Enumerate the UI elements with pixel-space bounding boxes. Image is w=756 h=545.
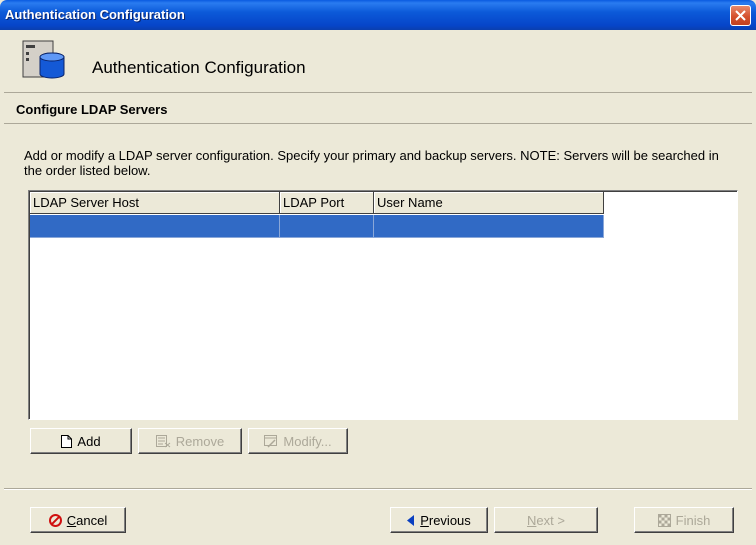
column-header-host[interactable]: LDAP Server Host [30, 192, 280, 214]
close-icon [735, 10, 746, 21]
window-title: Authentication Configuration [5, 7, 185, 22]
next-button[interactable]: Next > [494, 507, 598, 533]
server-database-icon [22, 40, 65, 79]
wizard-header: Authentication Configuration [4, 30, 752, 93]
edit-window-icon [264, 434, 278, 448]
header-title: Authentication Configuration [92, 58, 306, 77]
arrow-left-icon [407, 514, 415, 526]
next-button-label: Next > [527, 512, 565, 528]
section-heading: Configure LDAP Servers [4, 94, 752, 124]
table-cell-host[interactable] [30, 215, 280, 238]
previous-button[interactable]: Previous [390, 507, 488, 533]
section-title: Configure LDAP Servers [16, 102, 168, 117]
add-button-label: Add [77, 433, 101, 449]
cancel-button[interactable]: Cancel [30, 507, 126, 533]
footer-divider [4, 488, 752, 490]
add-button[interactable]: Add [30, 428, 132, 454]
new-document-icon [61, 434, 73, 448]
finish-button[interactable]: Finish [634, 507, 734, 533]
remove-button-label: Remove [175, 433, 225, 449]
table-cell-username[interactable] [374, 215, 604, 238]
title-bar[interactable]: Authentication Configuration [0, 0, 756, 30]
instructions-text: Add or modify a LDAP server configuratio… [24, 148, 719, 178]
column-header-port[interactable]: LDAP Port [280, 192, 374, 214]
modify-button[interactable]: Modify... [248, 428, 348, 454]
dialog-window: Authentication Configuration Authenticat… [0, 0, 756, 545]
modify-button-label: Modify... [283, 433, 332, 449]
cancel-icon [48, 513, 62, 527]
remove-button[interactable]: Remove [138, 428, 242, 454]
checkered-flag-icon [657, 513, 671, 527]
cancel-button-label: Cancel [66, 512, 108, 528]
table-cell-port[interactable] [280, 215, 374, 238]
close-button[interactable] [730, 5, 751, 26]
previous-button-label: Previous [420, 512, 471, 528]
remove-list-icon [155, 434, 171, 448]
ldap-server-table[interactable]: LDAP Server Host LDAP Port User Name [28, 190, 738, 420]
finish-button-label: Finish [675, 512, 711, 528]
column-header-username[interactable]: User Name [374, 192, 604, 214]
